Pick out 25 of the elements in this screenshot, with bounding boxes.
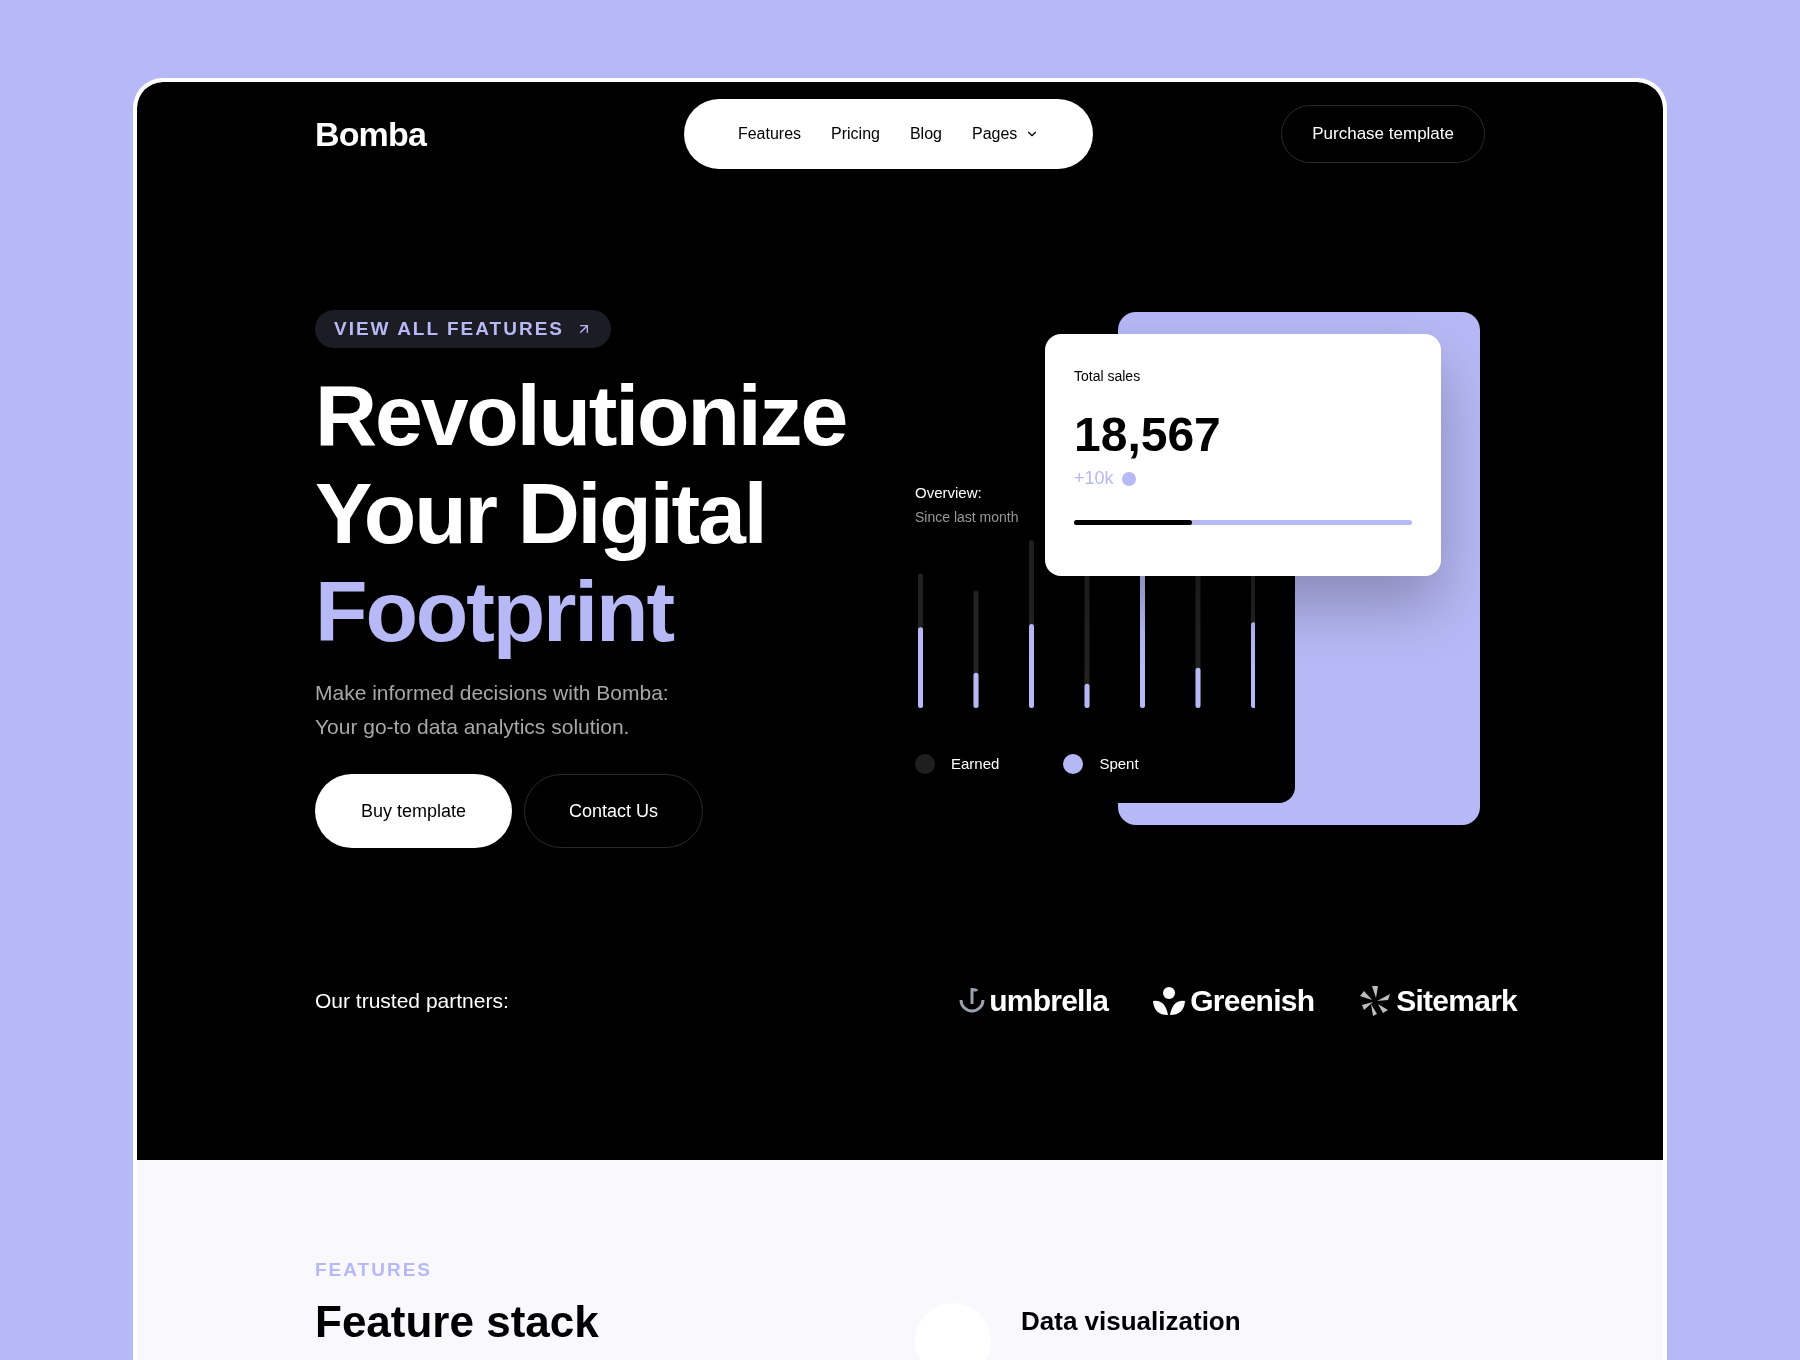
partner-logo-text: umbrella: [989, 983, 1109, 1019]
brand-logo[interactable]: Bomba: [315, 108, 426, 160]
legend-label: Earned: [951, 754, 1000, 774]
sales-value: 18,567: [1074, 409, 1222, 461]
hero-subtitle: Make informed decisions with Bomba: Your go-to data analytics solution.: [315, 680, 670, 740]
sales-change: +10k: [1074, 467, 1114, 490]
partners-label: Our trusted partners:: [315, 987, 509, 1014]
sales-title: Total sales: [1074, 367, 1142, 386]
sprout-logo-icon: [1152, 985, 1187, 1016]
feature-title: Data visualization: [1021, 1304, 1241, 1337]
partner-logo-text: Sitemark: [1396, 983, 1517, 1019]
legend-label: Spent: [1099, 754, 1139, 774]
nav-dropdown[interactable]: Pages: [971, 122, 1040, 146]
nav-link[interactable]: Features: [737, 122, 802, 146]
partner-logo-text: Greenish: [1190, 983, 1315, 1019]
section-title: Feature stack: [315, 1296, 600, 1347]
hero-title: Revolutionize Your Digital Footprint: [315, 366, 847, 660]
nav-link[interactable]: Pricing: [831, 122, 880, 146]
overview-subtitle: Since last month: [915, 507, 1019, 527]
asterisk-logo-icon: [1358, 983, 1393, 1018]
nav-link[interactable]: Blog: [909, 122, 942, 146]
overview-title: Overview:: [915, 483, 983, 503]
buy-button[interactable]: Buy template: [315, 774, 513, 848]
section-eyebrow: FEATURES: [315, 1258, 433, 1282]
features-pill-link[interactable]: VIEW ALL FEATURES: [315, 310, 611, 348]
